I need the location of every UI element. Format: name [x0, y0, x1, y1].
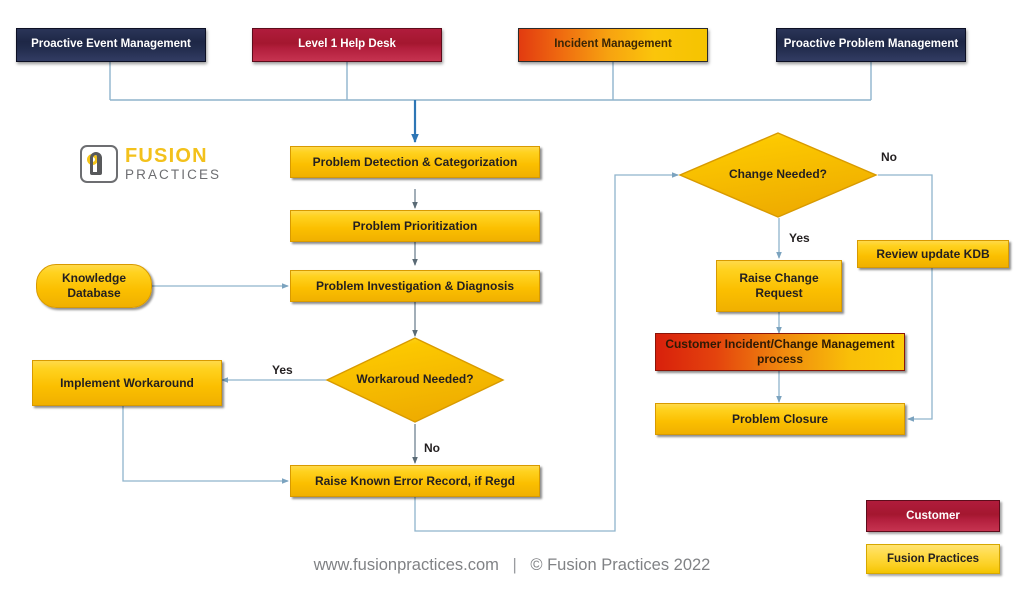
legend-item-customer: Customer: [866, 500, 1000, 532]
node-implement-workaround[interactable]: Implement Workaround: [32, 360, 222, 406]
footer: www.fusionpractices.com | © Fusion Pract…: [0, 556, 1024, 575]
node-label: Problem Closure: [731, 411, 829, 426]
edge-label-workaround-no: No: [424, 441, 440, 455]
diamond-shape: [325, 337, 505, 423]
node-problem-detection-categorization[interactable]: Problem Detection & Categorization: [290, 146, 540, 178]
node-label: Problem Prioritization: [352, 218, 478, 233]
node-label: Raise Change Request: [739, 271, 819, 300]
logo-word-fusion: FUSION: [125, 145, 208, 168]
header-proactive-event-management[interactable]: Proactive Event Management: [16, 28, 206, 62]
flowchart-canvas: Proactive Event Management Level 1 Help …: [0, 0, 1024, 593]
footer-website[interactable]: www.fusionpractices.com: [314, 556, 499, 574]
header-label: Level 1 Help Desk: [298, 38, 396, 51]
header-level-1-help-desk[interactable]: Level 1 Help Desk: [252, 28, 442, 62]
node-label: Raise Known Error Record, if Regd: [314, 473, 516, 488]
node-label: Problem Investigation & Diagnosis: [315, 278, 515, 293]
node-label: Implement Workaround: [60, 375, 194, 390]
header-label: Proactive Event Management: [31, 38, 191, 51]
node-problem-prioritization[interactable]: Problem Prioritization: [290, 210, 540, 242]
node-label: Customer Incident/Change Management proc…: [665, 337, 895, 366]
node-raise-change-request[interactable]: Raise Change Request: [716, 260, 842, 312]
edge-label-change-yes: Yes: [789, 231, 810, 245]
node-label: Problem Detection & Categorization: [312, 154, 518, 169]
fusion-practices-logo: FUSION PRACTICES: [80, 145, 221, 183]
decision-workaround-needed[interactable]: Workaroud Needed?: [325, 336, 505, 424]
node-problem-investigation-diagnosis[interactable]: Problem Investigation & Diagnosis: [290, 270, 540, 302]
header-incident-management[interactable]: Incident Management: [518, 28, 708, 62]
node-label: Knowledge Database: [61, 271, 126, 300]
node-customer-incident-change-management[interactable]: Customer Incident/Change Management proc…: [655, 333, 905, 371]
footer-separator: |: [512, 556, 517, 574]
edge-label-change-no: No: [881, 150, 897, 164]
fusion-logo-mark-icon: [80, 145, 118, 183]
diamond-shape: [678, 132, 878, 218]
footer-copyright: © Fusion Practices 2022: [530, 556, 711, 574]
decision-change-needed[interactable]: Change Needed?: [678, 131, 878, 219]
node-problem-closure[interactable]: Problem Closure: [655, 403, 905, 435]
node-raise-known-error-record[interactable]: Raise Known Error Record, if Regd: [290, 465, 540, 497]
edge-label-workaround-yes: Yes: [272, 363, 293, 377]
header-label: Proactive Problem Management: [783, 38, 959, 51]
header-proactive-problem-management[interactable]: Proactive Problem Management: [776, 28, 966, 62]
header-label: Incident Management: [554, 38, 672, 51]
fusion-logo-wordmark: FUSION PRACTICES: [125, 146, 221, 182]
node-knowledge-database[interactable]: Knowledge Database: [36, 264, 152, 308]
node-label: Review update KDB: [876, 246, 990, 261]
logo-word-practices: PRACTICES: [125, 167, 222, 183]
legend-label: Customer: [906, 510, 960, 522]
node-review-update-kdb[interactable]: Review update KDB: [857, 240, 1009, 268]
